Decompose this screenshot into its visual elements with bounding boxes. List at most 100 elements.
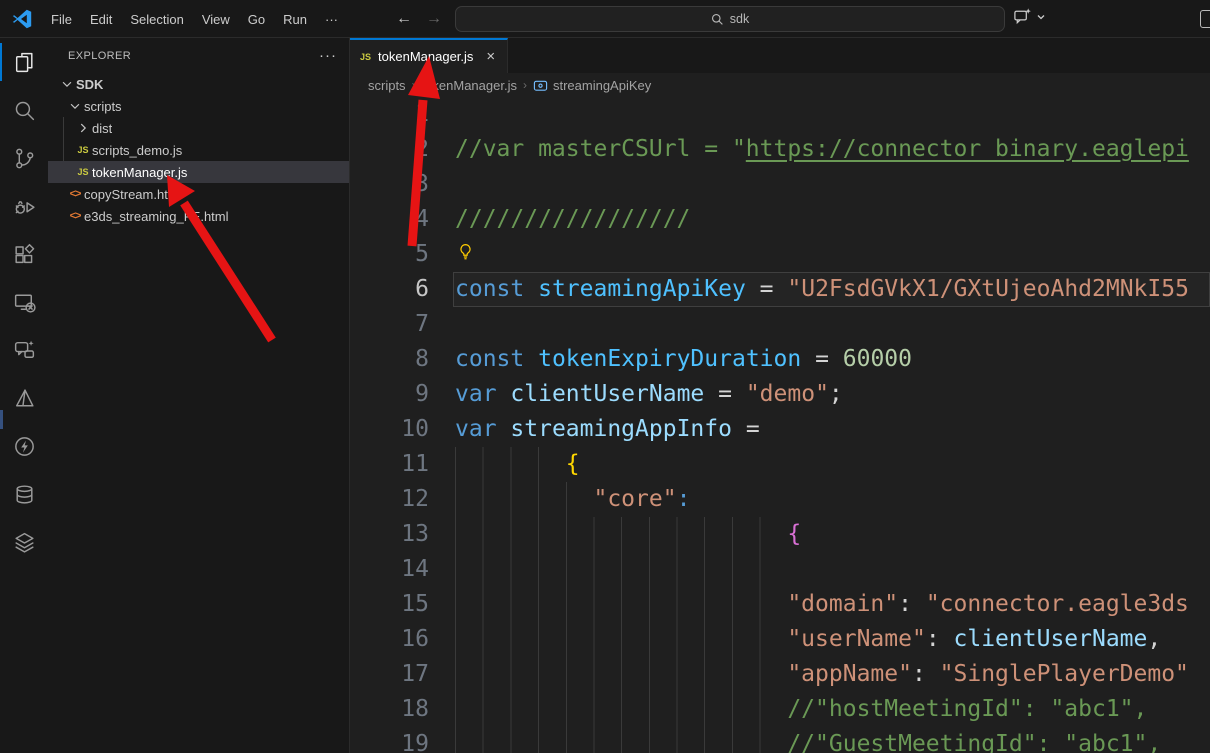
js-file-icon: JS [74,167,92,177]
menu-view[interactable]: View [193,8,239,31]
line-number[interactable]: 6 [350,272,455,307]
activity-source-control-icon[interactable] [0,134,48,182]
command-center-search[interactable]: sdk [455,6,1005,32]
code-token [524,276,538,302]
line-number[interactable]: 13 [350,517,455,552]
breadcrumb-item-scripts[interactable]: scripts [368,78,406,93]
code-token: : [898,591,926,617]
layout-control-partial-icon[interactable] [1200,10,1210,28]
code-line-18[interactable]: 18//"hostMeetingId": "abc1", [350,692,1210,727]
code-line-14[interactable]: 14 [350,552,1210,587]
code-line-7[interactable]: 7 [350,307,1210,342]
line-number[interactable]: 19 [350,727,455,753]
explorer-item-dist[interactable]: dist [48,117,349,139]
line-number[interactable]: 4 [350,202,455,237]
activity-search-icon[interactable] [0,86,48,134]
lightbulb-icon[interactable] [457,243,474,260]
indent-guides [455,482,593,517]
code-line-8[interactable]: 8const tokenExpiryDuration = 60000 [350,342,1210,377]
code-token: "appName" [787,661,912,687]
line-number[interactable]: 18 [350,692,455,727]
line-number[interactable]: 8 [350,342,455,377]
line-number[interactable]: 7 [350,307,455,342]
code-line-17[interactable]: 17"appName": "SinglePlayerDemo" [350,657,1210,692]
nav-forward-icon[interactable]: → [426,10,442,28]
code-token: "connector.eagle3ds [926,591,1189,617]
line-number[interactable]: 17 [350,657,455,692]
code-line-15[interactable]: 15"domain": "connector.eagle3ds [350,587,1210,622]
line-number[interactable]: 9 [350,377,455,412]
line-number[interactable]: 14 [350,552,455,587]
breadcrumb-separator: › [412,78,416,92]
activity-extensions-icon[interactable] [0,230,48,278]
explorer-item-SDK[interactable]: SDK [48,73,349,95]
activity-thunder-client-icon[interactable] [0,422,48,470]
explorer-item-e3ds_streaming_FE.html[interactable]: <>e3ds_streaming_FE.html [48,205,349,227]
nav-back-icon[interactable]: ← [396,10,412,28]
explorer-item-copyStream.html[interactable]: <>copyStream.html [48,183,349,205]
file-tree: SDKscriptsdistJSscripts_demo.jsJStokenMa… [48,73,349,227]
code-line-19[interactable]: 19//"GuestMeetingId": "abc1", [350,727,1210,753]
line-number[interactable]: 3 [350,167,455,202]
tab-tokenManager.js[interactable]: JS tokenManager.js × [350,38,508,73]
activity-layers-icon[interactable] [0,518,48,566]
breadcrumb: scripts›tokenManager.js›streamingApiKey [350,73,1210,97]
breadcrumb-item-tokenManager.js[interactable]: tokenManager.js [422,78,517,93]
menu-[interactable]: ··· [316,8,347,31]
copilot-chat-icon [1013,7,1032,26]
menu-file[interactable]: File [42,8,81,31]
explorer-more-actions-button[interactable]: ··· [319,47,337,64]
code-line-12[interactable]: 12"core": [350,482,1210,517]
indent-guides [455,692,787,727]
code-line-5[interactable]: 5 [350,237,1210,272]
line-number[interactable]: 16 [350,622,455,657]
line-number[interactable]: 11 [350,447,455,482]
activity-prism-icon[interactable] [0,374,48,422]
code-line-10[interactable]: 10var streamingAppInfo = [350,412,1210,447]
code-token: = [732,416,760,442]
code-line-6[interactable]: 6const streamingApiKey = "U2FsdGVkX1/GXt… [350,272,1210,307]
menu-run[interactable]: Run [274,8,316,31]
explorer-item-scripts[interactable]: scripts [48,95,349,117]
breadcrumb-item-streamingApiKey[interactable]: streamingApiKey [533,78,651,93]
activity-remote-explorer-icon[interactable] [0,278,48,326]
explorer-item-tokenManager.js[interactable]: JStokenManager.js [48,161,349,183]
copilot-chat-button[interactable] [1013,7,1046,26]
code-token: "demo" [746,381,829,407]
explorer-item-scripts_demo.js[interactable]: JSscripts_demo.js [48,139,349,161]
code-line-9[interactable]: 9var clientUserName = "demo"; [350,377,1210,412]
code-line-11[interactable]: 11{ [350,447,1210,482]
title-bar: FileEditSelectionViewGoRun··· ← → sdk [0,0,1210,38]
line-number[interactable]: 12 [350,482,455,517]
activity-explorer-icon[interactable] [0,38,48,86]
activity-bar [0,38,48,753]
code-line-2[interactable]: 2//var masterCSUrl = "https://connector_… [350,132,1210,167]
search-icon [711,13,724,26]
code-line-3[interactable]: 3 [350,167,1210,202]
code-line-16[interactable]: 16"userName": clientUserName, [350,622,1210,657]
menu-selection[interactable]: Selection [121,8,192,31]
line-number[interactable]: 10 [350,412,455,447]
tree-item-label: tokenManager.js [92,165,187,180]
code-token: : [677,486,691,512]
code-line-text: { [455,517,801,552]
indent-guides [455,587,787,622]
code-line-4[interactable]: 4///////////////// [350,202,1210,237]
tab-close-icon[interactable]: × [486,48,495,65]
code-line-1[interactable]: 1 [350,97,1210,132]
line-number[interactable]: 2 [350,132,455,167]
active-item-indicator [0,43,2,81]
line-number[interactable]: 1 [350,97,455,132]
menu-edit[interactable]: Edit [81,8,121,31]
code-editor[interactable]: 12//var masterCSUrl = "https://connector… [350,97,1210,753]
activity-database-icon[interactable] [0,470,48,518]
code-line-13[interactable]: 13{ [350,517,1210,552]
activity-run-debug-icon[interactable] [0,182,48,230]
code-token [497,381,511,407]
line-number[interactable]: 5 [350,237,455,272]
menu-go[interactable]: Go [239,8,274,31]
activity-chat-icon[interactable] [0,326,48,374]
code-line-text: const streamingApiKey = "U2FsdGVkX1/GXtU… [455,272,1189,307]
tree-item-label: copyStream.html [84,187,182,202]
line-number[interactable]: 15 [350,587,455,622]
